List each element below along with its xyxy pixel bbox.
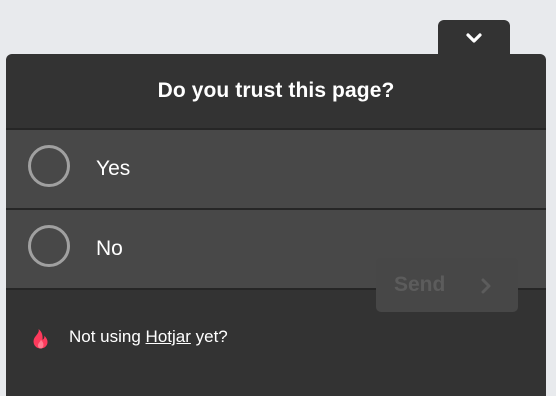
radio-button-no[interactable] — [28, 225, 70, 267]
radio-button-yes[interactable] — [28, 145, 70, 187]
poll-question: Do you trust this page? — [157, 79, 395, 102]
option-label-no: No — [96, 237, 123, 260]
hotjar-flame-icon — [33, 329, 48, 349]
send-button[interactable]: Send — [376, 258, 518, 312]
hotjar-link[interactable]: Hotjar — [146, 327, 191, 346]
send-button-label: Send — [394, 273, 446, 296]
chevron-right-icon — [481, 278, 491, 294]
option-yes[interactable]: Yes — [6, 130, 546, 210]
chevron-down-icon — [466, 33, 482, 43]
feedback-poll-widget: Do you trust this page? Yes No Not using… — [6, 54, 546, 396]
option-label-yes: Yes — [96, 157, 131, 180]
hotjar-promo-text: Not using Hotjar yet? — [69, 326, 228, 348]
promo-suffix: yet? — [190, 327, 228, 346]
promo-prefix: Not using — [69, 327, 146, 346]
